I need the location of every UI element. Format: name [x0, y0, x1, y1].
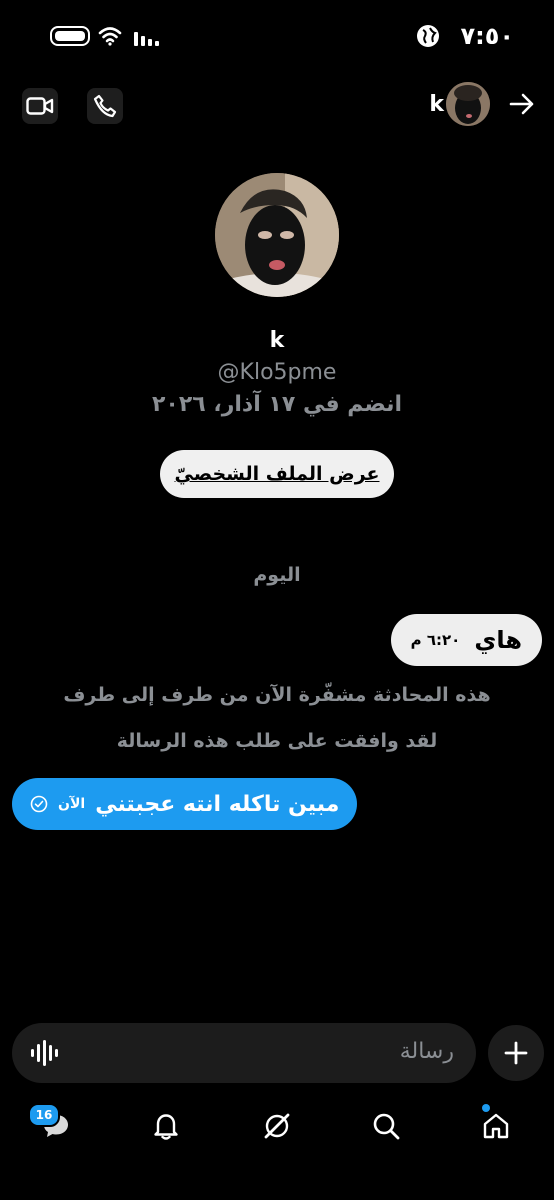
back-arrow-icon[interactable]	[508, 90, 536, 118]
wifi-icon	[98, 27, 122, 46]
header-avatar[interactable]	[446, 82, 490, 126]
profile-joined-date: انضم في ١٧ آذار، ٢٠٢٦	[151, 392, 402, 417]
voice-message-icon[interactable]	[30, 1040, 60, 1066]
nav-search[interactable]	[366, 1106, 406, 1146]
grok-icon	[264, 1113, 290, 1139]
view-profile-button[interactable]: عرض الملف الشخصيّ	[160, 450, 394, 498]
status-time: ٧:٥٠	[460, 22, 514, 50]
messages-badge: 16	[28, 1103, 60, 1127]
nav-home[interactable]	[476, 1106, 516, 1146]
incoming-message-time: ٦:٢٠ م	[410, 631, 461, 649]
encryption-notice: هذه المحادثة مشفّرة الآن من طرف إلى طرف	[63, 684, 491, 706]
profile-name: k	[269, 328, 285, 353]
signal-icon	[134, 32, 159, 46]
home-icon	[483, 1113, 509, 1139]
day-separator: اليوم	[253, 564, 301, 586]
outgoing-message[interactable]: مبين تاكله انته عجبتني الآن	[12, 778, 358, 830]
request-accepted-notice: لقد وافقت على طلب هذه الرسالة	[116, 730, 438, 752]
phone-icon	[93, 94, 117, 118]
outgoing-message-text: مبين تاكله انته عجبتني	[95, 791, 340, 817]
voice-call-button[interactable]	[87, 88, 123, 124]
profile-avatar[interactable]	[215, 173, 339, 297]
profile-handle: @Klo5pme	[217, 360, 337, 385]
nav-grok[interactable]	[257, 1106, 297, 1146]
status-bar: ٧:٥٠	[0, 0, 554, 72]
incoming-message-text: هاي	[474, 626, 522, 654]
outgoing-message-time: الآن	[58, 796, 86, 812]
search-icon	[373, 1113, 400, 1140]
add-attachment-button[interactable]	[488, 1025, 544, 1081]
home-notification-dot	[482, 1104, 490, 1112]
video-call-button[interactable]	[22, 88, 58, 124]
plus-icon	[504, 1041, 528, 1065]
header-username[interactable]: k	[429, 92, 444, 117]
message-composer[interactable]: رسالة	[12, 1023, 476, 1083]
battery-icon	[50, 26, 90, 46]
nav-notifications[interactable]	[146, 1106, 186, 1146]
video-camera-icon	[26, 97, 54, 115]
message-input-placeholder[interactable]: رسالة	[400, 1039, 454, 1064]
sent-check-icon	[30, 795, 48, 813]
globe-icon	[417, 25, 439, 47]
bell-icon	[154, 1114, 178, 1140]
incoming-message[interactable]: هاي ٦:٢٠ م	[390, 614, 542, 666]
